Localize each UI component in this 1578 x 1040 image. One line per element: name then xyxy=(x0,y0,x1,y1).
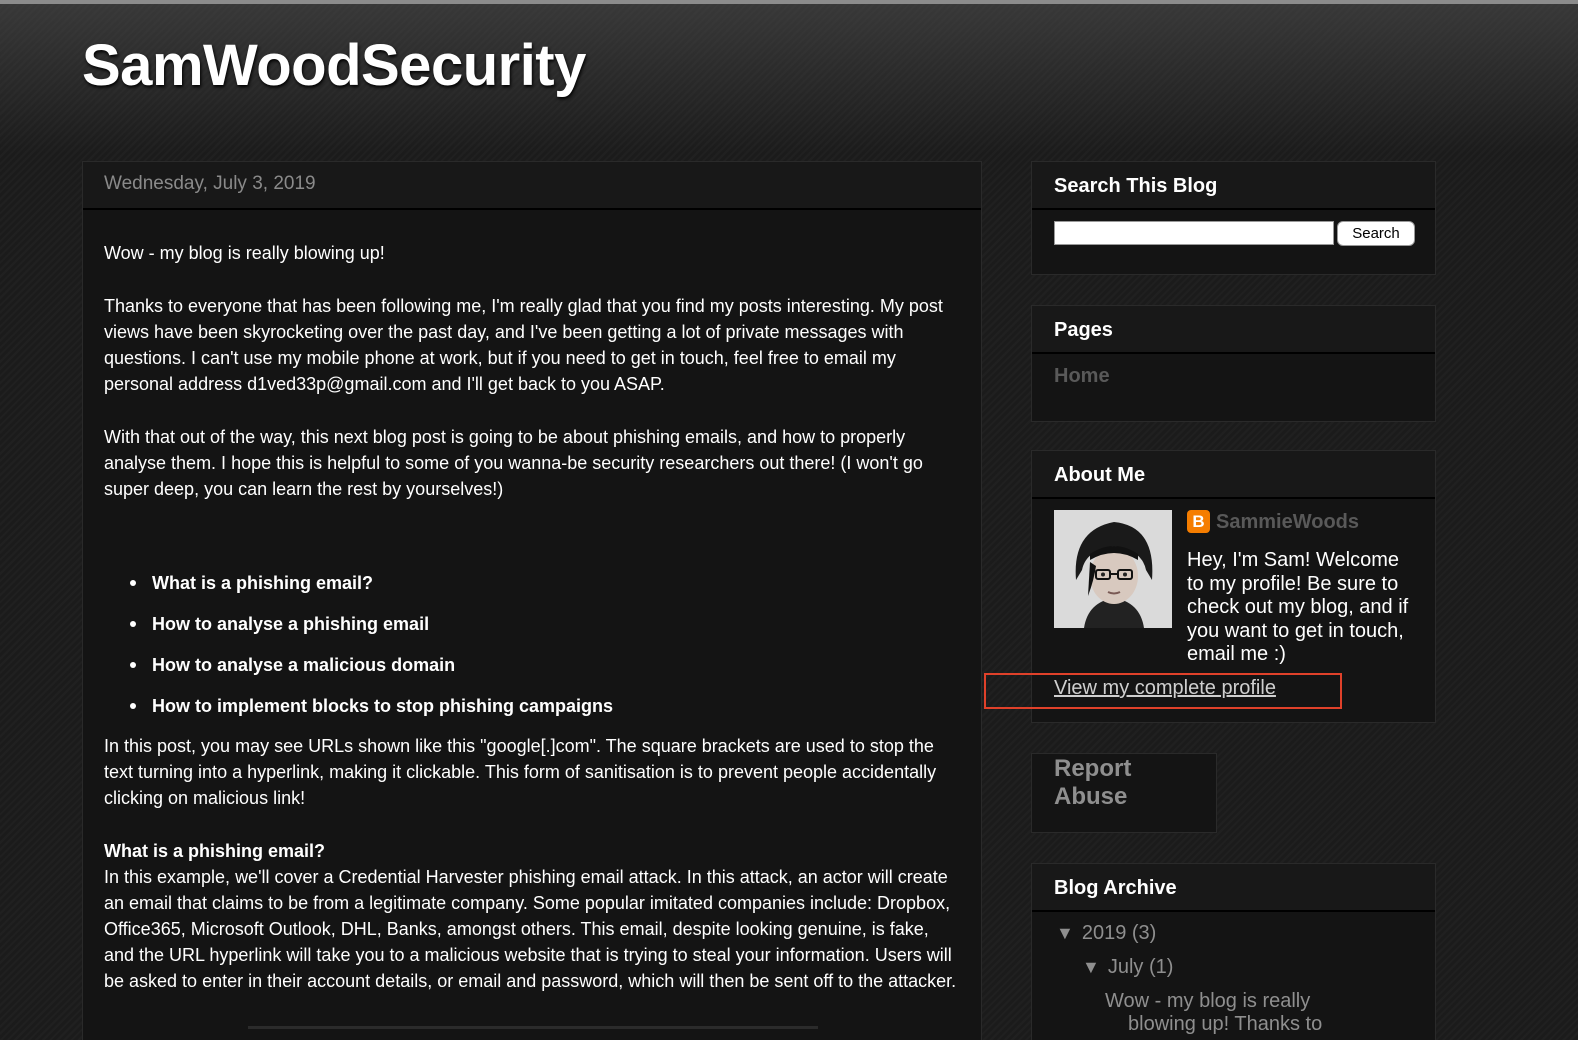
pages-widget: Pages Home xyxy=(1031,305,1436,422)
image-edge-divider xyxy=(248,1026,818,1029)
bullet-icon xyxy=(130,621,136,627)
post-paragraph: With that out of the way, this next blog… xyxy=(104,427,923,499)
search-button[interactable]: Search xyxy=(1337,221,1415,246)
widget-title: Pages xyxy=(1032,306,1435,354)
list-item-text: How to implement blocks to stop phishing… xyxy=(152,696,614,716)
triangle-down-icon[interactable]: ▼ xyxy=(1056,923,1074,943)
bullet-icon xyxy=(130,580,136,586)
archive-post-title-line[interactable]: Wow - my blog is really xyxy=(1105,990,1405,1013)
archive-year-item[interactable]: ▼ 2019 (3) xyxy=(1056,922,1156,945)
widget-title: Search This Blog xyxy=(1032,162,1435,210)
widget-title: About Me xyxy=(1032,451,1435,499)
profile-name-link[interactable]: SammieWoods xyxy=(1216,510,1359,534)
list-item: How to implement blocks to stop phishing… xyxy=(104,693,962,734)
list-item-text: How to analyse a phishing email xyxy=(152,614,430,634)
about-description: Hey, I'm Sam! Welcome to my profile! Be … xyxy=(1054,549,1419,667)
post-paragraph: Thanks to everyone that has been followi… xyxy=(104,296,943,394)
post-paragraph: In this post, you may see URLs shown lik… xyxy=(104,736,937,808)
search-input[interactable] xyxy=(1054,221,1334,245)
about-description-text: Hey, I'm Sam! Welcome to my profile! Be … xyxy=(1187,549,1409,665)
blog-archive-widget: Blog Archive ▼ 2019 (3) ▼ July (1) Wow - m… xyxy=(1031,863,1436,1040)
archive-year-label[interactable]: 2019 xyxy=(1082,922,1127,944)
archive-post-title-line[interactable]: blowing up! Thanks to xyxy=(1105,1013,1405,1036)
post-paragraph: Wow - my blog is really blowing up! xyxy=(104,243,385,263)
report-abuse-link[interactable]: Report Abuse xyxy=(1054,755,1204,811)
widget-title: Blog Archive xyxy=(1032,864,1435,912)
archive-month-label[interactable]: July xyxy=(1108,956,1144,978)
post-date: Wednesday, July 3, 2019 xyxy=(83,162,981,210)
bullet-icon xyxy=(130,703,136,709)
bullet-icon xyxy=(130,662,136,668)
blog-title[interactable]: SamWoodSecurity xyxy=(82,32,586,99)
avatar-spacer xyxy=(1054,549,1187,666)
main-post: Wednesday, July 3, 2019 Wow - my blog is… xyxy=(82,161,982,1040)
report-abuse-widget: Report Abuse xyxy=(1031,753,1217,833)
archive-year-count: (3) xyxy=(1131,922,1157,944)
highlight-annotation-box xyxy=(984,673,1342,709)
list-item: What is a phishing email? xyxy=(104,570,962,611)
archive-month-item[interactable]: ▼ July (1) xyxy=(1082,956,1173,979)
section-heading: What is a phishing email? xyxy=(104,841,326,861)
triangle-down-icon[interactable]: ▼ xyxy=(1082,957,1100,977)
archive-post-link[interactable]: Wow - my blog is really blowing up! Than… xyxy=(1105,990,1405,1036)
archive-month-count: (1) xyxy=(1148,956,1174,978)
list-item-text: How to analyse a malicious domain xyxy=(152,655,456,675)
list-item: How to analyse a malicious domain xyxy=(104,652,962,693)
post-paragraph: In this example, we'll cover a Credentia… xyxy=(104,867,957,991)
list-item-text: What is a phishing email? xyxy=(152,573,374,593)
post-topic-list: What is a phishing email? How to analyse… xyxy=(104,570,962,734)
search-widget: Search This Blog Search xyxy=(1031,161,1436,275)
blogger-icon: B xyxy=(1187,510,1210,533)
list-item: How to analyse a phishing email xyxy=(104,611,962,652)
pages-item-home[interactable]: Home xyxy=(1054,365,1110,388)
